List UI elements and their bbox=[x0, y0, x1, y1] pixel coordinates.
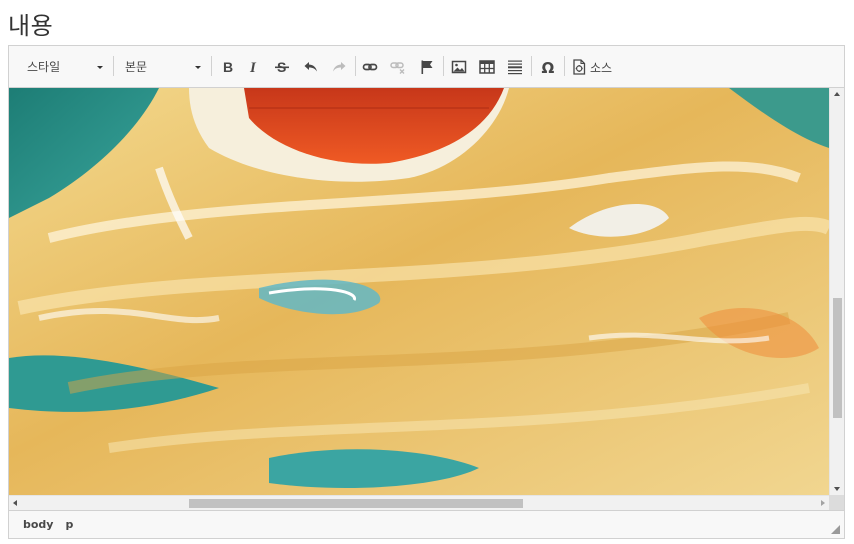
toolbar-separator bbox=[211, 56, 212, 76]
unlink-icon bbox=[390, 62, 405, 74]
omega-icon: Ω bbox=[542, 59, 555, 75]
bold-button[interactable]: B bbox=[217, 56, 239, 78]
rich-text-editor: 스타일 본문 B I S Ω 소스 body p bbox=[8, 45, 845, 539]
flag-icon bbox=[421, 60, 433, 74]
link-button[interactable] bbox=[359, 56, 381, 78]
strikethrough-button[interactable]: S bbox=[271, 56, 293, 78]
chevron-down-icon bbox=[195, 66, 201, 69]
scroll-down-icon[interactable] bbox=[834, 487, 840, 491]
source-icon bbox=[573, 59, 586, 75]
path-item-p[interactable]: p bbox=[63, 518, 75, 531]
vertical-scroll-thumb[interactable] bbox=[833, 298, 842, 418]
editor-toolbar: 스타일 본문 B I S Ω 소스 bbox=[9, 46, 844, 88]
image-icon bbox=[451, 60, 467, 74]
undo-icon bbox=[304, 62, 317, 72]
redo-button[interactable] bbox=[328, 56, 350, 78]
path-item-body[interactable]: body bbox=[21, 518, 55, 531]
editor-statusbar: body p bbox=[9, 510, 844, 538]
horizontal-rule-icon bbox=[508, 60, 522, 75]
format-dropdown[interactable]: 본문 bbox=[115, 54, 207, 80]
scrollbar-corner bbox=[829, 495, 844, 510]
link-icon bbox=[362, 63, 378, 71]
bold-icon: B bbox=[223, 59, 233, 75]
paint-strokes-image[interactable] bbox=[9, 88, 829, 495]
horizontal-rule-button[interactable] bbox=[504, 56, 526, 78]
style-dropdown-label: 스타일 bbox=[27, 60, 61, 74]
chevron-down-icon bbox=[97, 66, 103, 69]
scroll-up-icon[interactable] bbox=[834, 92, 840, 96]
svg-text:B: B bbox=[223, 59, 233, 75]
svg-text:I: I bbox=[249, 60, 257, 75]
editor-content-area[interactable] bbox=[9, 88, 829, 495]
toolbar-separator bbox=[564, 56, 565, 76]
unlink-button[interactable] bbox=[387, 56, 409, 78]
vertical-scrollbar[interactable] bbox=[829, 88, 844, 495]
source-button[interactable]: 소스 bbox=[572, 56, 612, 78]
format-dropdown-label: 본문 bbox=[125, 60, 148, 74]
strikethrough-icon: S bbox=[275, 59, 289, 75]
table-icon bbox=[479, 60, 495, 74]
horizontal-scrollbar[interactable] bbox=[9, 495, 829, 510]
style-dropdown[interactable]: 스타일 bbox=[17, 54, 109, 80]
scroll-left-icon[interactable] bbox=[13, 500, 17, 506]
image-button[interactable] bbox=[448, 56, 470, 78]
redo-icon bbox=[333, 62, 346, 72]
scroll-right-icon[interactable] bbox=[821, 500, 825, 506]
toolbar-separator bbox=[531, 56, 532, 76]
undo-button[interactable] bbox=[300, 56, 322, 78]
special-character-button[interactable]: Ω bbox=[537, 56, 559, 78]
toolbar-separator bbox=[355, 56, 356, 76]
anchor-button[interactable] bbox=[416, 56, 438, 78]
svg-text:Ω: Ω bbox=[542, 59, 555, 75]
field-title: 내용 bbox=[8, 12, 54, 40]
horizontal-scroll-thumb[interactable] bbox=[189, 499, 523, 508]
toolbar-separator bbox=[443, 56, 444, 76]
resize-handle[interactable] bbox=[831, 525, 840, 534]
toolbar-separator bbox=[113, 56, 114, 76]
table-button[interactable] bbox=[476, 56, 498, 78]
element-path: body p bbox=[21, 518, 75, 531]
italic-icon: I bbox=[249, 60, 257, 75]
italic-button[interactable]: I bbox=[243, 56, 265, 78]
source-button-label: 소스 bbox=[590, 60, 613, 75]
